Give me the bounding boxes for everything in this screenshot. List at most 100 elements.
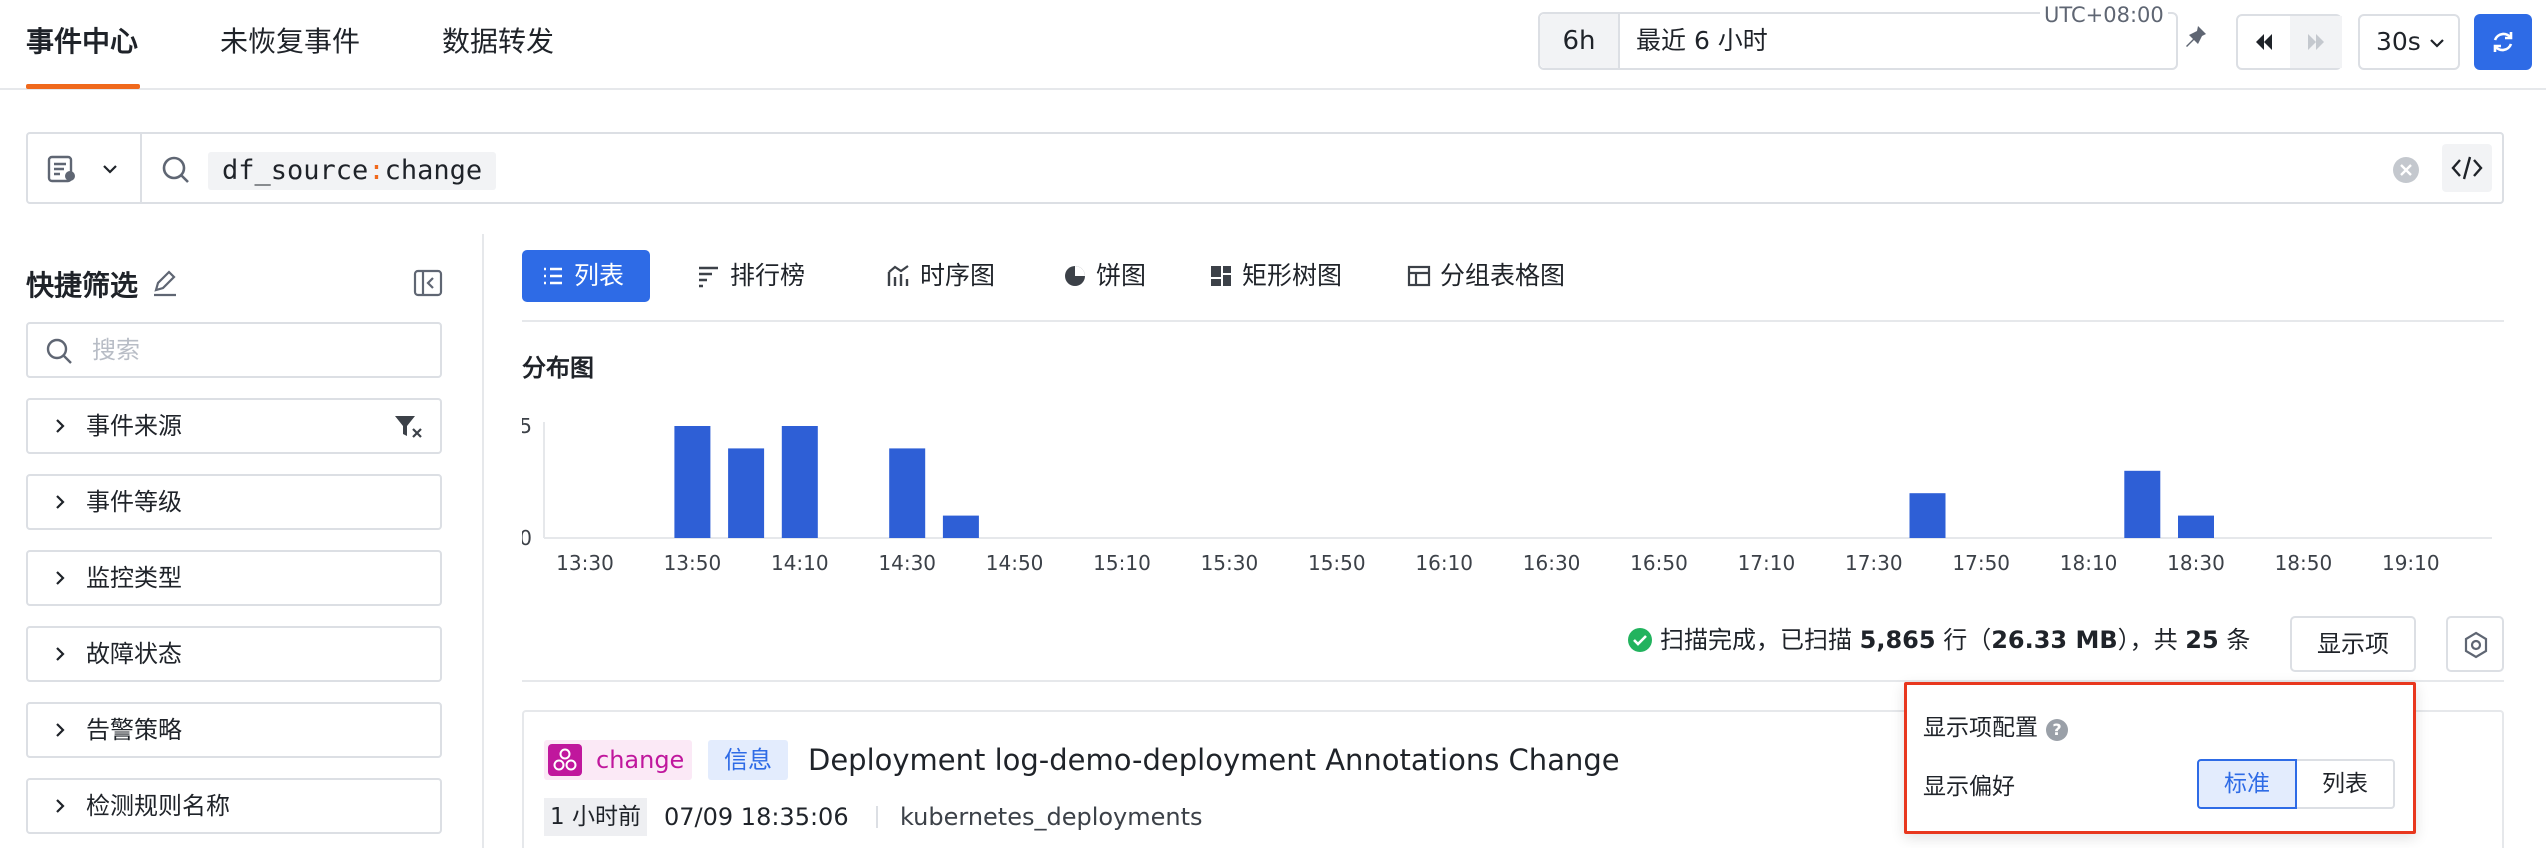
rewind-icon[interactable] — [2238, 16, 2290, 68]
chevron-right-icon — [56, 799, 65, 813]
chart-y-tick-label: 0 — [522, 526, 532, 550]
chart-bar — [889, 448, 926, 538]
filter-event-source[interactable]: 事件来源 — [26, 398, 442, 454]
view-tab-label: 列表 — [574, 261, 625, 290]
chart-x-tick-label: 16:30 — [1523, 551, 1581, 575]
chevron-right-icon — [56, 647, 65, 661]
view-tab-ranking[interactable]: 排行榜 — [678, 250, 805, 302]
chart-y-tick-label: 5 — [522, 414, 532, 438]
query-mode-select[interactable] — [28, 134, 142, 202]
change-source-icon — [548, 744, 582, 776]
view-tab-list[interactable]: 列表 — [522, 250, 651, 302]
view-tab-group-table[interactable]: 分组表格图 — [1388, 250, 1565, 302]
filter-label: 事件来源 — [86, 412, 182, 440]
scan-rows-unit: 行（ — [1935, 626, 1992, 654]
view-tab-treemap[interactable]: 矩形树图 — [1190, 250, 1342, 302]
tab-data-forwarding[interactable]: 数据转发 — [442, 0, 554, 90]
time-nav-group — [2236, 14, 2342, 70]
scan-total: 25 — [2185, 626, 2219, 654]
edit-icon[interactable] — [150, 268, 180, 298]
settings-button[interactable] — [2446, 616, 2504, 672]
search-icon — [162, 156, 189, 183]
refresh-icon — [2493, 32, 2513, 52]
tab-unrecovered-events[interactable]: 未恢复事件 — [220, 0, 360, 90]
group-table-icon — [1407, 265, 1431, 287]
refresh-interval-value: 30s — [2376, 27, 2421, 56]
quick-filter-sidebar: 快捷筛选 搜索 事件来源 事件等级 监控类型 故障状态 告警策略 检测规则名称 — [0, 234, 484, 848]
chart-x-tick-label: 14:50 — [986, 551, 1044, 575]
display-option-standard[interactable]: 标准 — [2197, 759, 2297, 809]
search-icon — [46, 338, 72, 364]
filter-event-level[interactable]: 事件等级 — [26, 474, 442, 530]
chart-x-tick-label: 13:30 — [556, 551, 614, 575]
event-level-tag: 信息 — [708, 740, 788, 780]
query-key: df_source — [222, 155, 369, 186]
chart-x-tick-label: 15:50 — [1308, 551, 1366, 575]
chevron-right-icon — [56, 571, 65, 585]
top-nav: 事件中心 未恢复事件 数据转发 6h 最近 6 小时 UTC+08:00 30s — [0, 0, 2546, 90]
clear-filter-icon[interactable] — [392, 412, 426, 442]
clear-icon[interactable] — [2392, 156, 2420, 184]
filter-search-input[interactable]: 搜索 — [26, 322, 442, 378]
distribution-title: 分布图 — [522, 354, 594, 382]
view-tab-pie[interactable]: 饼图 — [1044, 250, 1146, 302]
display-config-title-text: 显示项配置 — [1923, 715, 2038, 741]
refresh-button[interactable] — [2474, 14, 2532, 70]
rank-icon — [699, 266, 718, 288]
fast-forward-icon[interactable] — [2290, 16, 2342, 68]
display-items-button[interactable]: 显示项 — [2290, 616, 2416, 672]
chart-x-tick-label: 17:10 — [1738, 551, 1796, 575]
chart-bar — [942, 515, 979, 538]
chart-x-tick-label: 18:50 — [2275, 551, 2333, 575]
filter-alert-policy[interactable]: 告警策略 — [26, 702, 442, 758]
filter-label: 监控类型 — [86, 564, 182, 592]
timezone-label[interactable]: UTC+08:00 — [2040, 0, 2168, 30]
chevron-right-icon — [56, 723, 65, 737]
view-tab-label: 饼图 — [1096, 261, 1147, 290]
filter-monitor-type[interactable]: 监控类型 — [26, 550, 442, 606]
chart-x-tick-label: 15:30 — [1201, 551, 1259, 575]
chart-x-tick-label: 18:30 — [2167, 551, 2225, 575]
display-config-title: 显示项配置? — [1923, 711, 2068, 745]
chart-x-tick-label: 17:30 — [1845, 551, 1903, 575]
filter-label: 检测规则名称 — [86, 792, 230, 820]
scan-status: 扫描完成，已扫描 5,865 行（26.33 MB），共 25 条 — [1628, 622, 2250, 658]
chart-bar — [781, 426, 818, 538]
query-search-bar[interactable]: df_source:change — [26, 132, 2504, 204]
pin-icon[interactable] — [2176, 14, 2216, 68]
time-range-quick-button[interactable]: 6h — [1540, 14, 1620, 68]
filter-fault-status[interactable]: 故障状态 — [26, 626, 442, 682]
scan-size-close: ），共 — [2117, 626, 2186, 654]
chart-bar — [674, 426, 711, 538]
tab-event-center[interactable]: 事件中心 — [26, 0, 138, 90]
chart-x-tick-label: 13:50 — [664, 551, 722, 575]
refresh-interval-select[interactable]: 30s — [2358, 14, 2460, 70]
query-token[interactable]: df_source:change — [208, 152, 497, 190]
collapse-sidebar-icon[interactable] — [412, 268, 444, 298]
event-title[interactable]: Deployment log-demo-deployment Annotatio… — [808, 738, 1620, 782]
view-tab-label: 时序图 — [920, 261, 996, 290]
filter-label: 告警策略 — [86, 716, 182, 744]
chart-x-tick-label: 16:10 — [1415, 551, 1473, 575]
chart-x-tick-label: 16:50 — [1630, 551, 1688, 575]
view-tab-label: 分组表格图 — [1440, 261, 1566, 290]
chevron-down-icon — [2430, 39, 2444, 48]
meta-separator — [876, 806, 878, 828]
filter-detection-rule-name[interactable]: 检测规则名称 — [26, 778, 442, 834]
list-icon — [544, 267, 562, 285]
chart-x-tick-label: 18:10 — [2060, 551, 2118, 575]
filter-label: 事件等级 — [86, 488, 182, 516]
filter-search-placeholder: 搜索 — [92, 336, 140, 364]
chart-x-tick-label: 19:10 — [2382, 551, 2440, 575]
help-icon[interactable]: ? — [2046, 719, 2068, 741]
event-source-label: change — [596, 746, 685, 774]
display-preference-label: 显示偏好 — [1923, 774, 2015, 800]
view-tab-timeseries[interactable]: 时序图 — [868, 250, 995, 302]
view-tabs: 列表 排行榜 时序图 饼图 矩形树图 分组表格图 — [522, 250, 2504, 322]
chart-bar — [728, 448, 765, 538]
chart-x-tick-label: 15:10 — [1093, 551, 1151, 575]
display-option-list[interactable]: 列表 — [2295, 759, 2395, 809]
quick-filter-title: 快捷筛选 — [26, 269, 139, 302]
time-range-text: 最近 6 小时 — [1636, 26, 1768, 55]
code-mode-button[interactable] — [2442, 144, 2492, 192]
